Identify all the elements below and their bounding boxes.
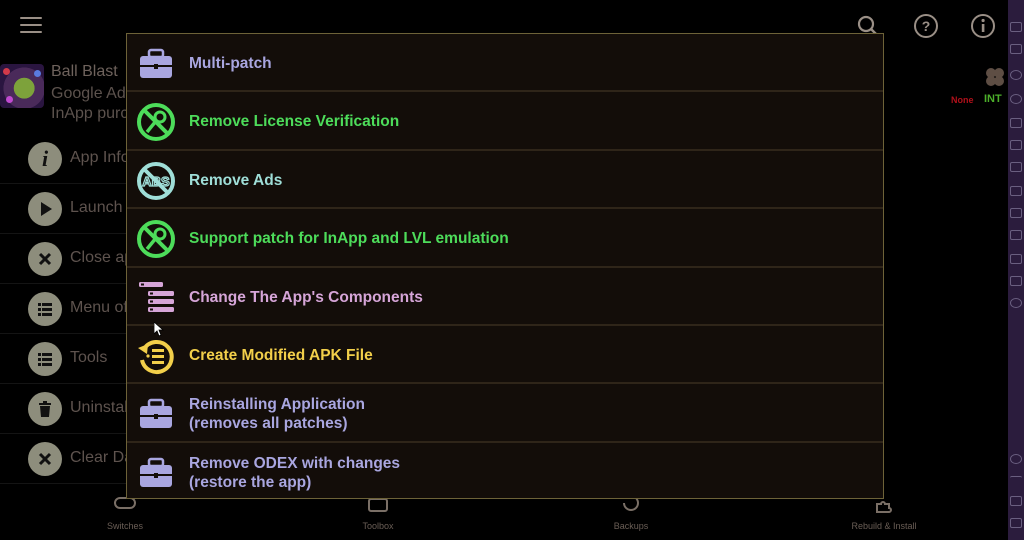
menu-item-support-patch[interactable]: Support patch for InApp and LVL emulatio…	[127, 209, 883, 268]
menu-item-subtitle: (restore the app)	[189, 473, 312, 491]
svg-text:?: ?	[922, 18, 931, 34]
settings-icon[interactable]	[1010, 454, 1022, 464]
mouse-cursor-icon	[154, 322, 164, 336]
menu-item-label: Reinstalling Application (removes all pa…	[189, 395, 365, 433]
home-icon[interactable]	[1010, 496, 1022, 506]
list-icon	[28, 342, 62, 376]
patch-menu-dialog: Multi-patch Remove License Verification …	[126, 33, 884, 499]
toolbar-icon[interactable]	[1010, 118, 1022, 128]
action-list: i App Info Launch App Close app Menu of …	[0, 134, 190, 484]
menu-item-title: Reinstalling Application	[189, 396, 365, 414]
toolbar-icon[interactable]	[1010, 298, 1022, 308]
toolbar-icon[interactable]	[1010, 22, 1022, 32]
toolbox-icon	[136, 44, 176, 84]
app-icon	[0, 64, 44, 108]
close-icon	[28, 242, 62, 276]
recents-icon[interactable]	[1010, 518, 1022, 528]
menu-item-label: Change The App's Components	[189, 288, 423, 306]
components-icon	[136, 278, 176, 318]
nav-label: Switches	[106, 521, 143, 531]
info-icon[interactable]	[970, 13, 996, 39]
action-app-info[interactable]: i App Info	[0, 134, 130, 184]
menu-item-label: Support patch for InApp and LVL emulatio…	[189, 230, 509, 248]
action-close-app[interactable]: Close app	[0, 234, 142, 284]
toolbar-icon[interactable]	[1010, 208, 1022, 218]
hamburger-icon[interactable]	[20, 17, 42, 33]
menu-item-remove-ads[interactable]: ABS Remove Ads	[127, 151, 883, 210]
menu-item-remove-odex[interactable]: Remove ODEX with changes (restore the ap…	[127, 443, 883, 501]
help-icon[interactable]: ?	[913, 13, 939, 39]
back-icon[interactable]	[1010, 476, 1022, 486]
toolbar-icon[interactable]	[1010, 276, 1022, 286]
toolbar-icon[interactable]	[1010, 70, 1022, 80]
info-icon: i	[28, 142, 62, 176]
nav-label: Backups	[613, 521, 649, 531]
app-name: Ball Blast	[51, 63, 118, 80]
menu-item-label: Remove Ads	[189, 171, 283, 189]
action-tools[interactable]: Tools	[0, 334, 130, 384]
menu-item-reinstall[interactable]: Reinstalling Application (removes all pa…	[127, 384, 883, 443]
emulator-side-toolbar	[1008, 0, 1024, 540]
play-icon	[28, 192, 62, 226]
folder-icon[interactable]	[1010, 186, 1022, 196]
nav-label: Toolbox	[362, 521, 394, 531]
no-license-icon	[136, 219, 176, 259]
no-license-icon	[136, 102, 176, 142]
toolbar-icon[interactable]	[1010, 94, 1022, 104]
action-label: Tools	[70, 349, 108, 366]
toolbar-icon[interactable]	[1010, 140, 1022, 150]
toolbar-icon[interactable]	[1010, 254, 1022, 264]
action-label: Uninstall	[70, 399, 132, 416]
app-ads-status: Google Ads	[51, 85, 134, 102]
action-uninstall[interactable]: Uninstall	[0, 384, 132, 434]
close-icon	[28, 442, 62, 476]
trash-icon	[28, 392, 62, 426]
menu-item-label: Remove License Verification	[189, 113, 400, 131]
menu-item-label: Multi-patch	[189, 55, 272, 72]
list-icon	[28, 292, 62, 326]
menu-item-create-apk[interactable]: Create Modified APK File	[127, 326, 883, 385]
nav-label: Rebuild & Install	[851, 521, 917, 531]
clover-icon	[982, 64, 1008, 90]
menu-item-label: Remove ODEX with changes (restore the ap…	[189, 454, 400, 492]
toolbar-icon[interactable]	[1010, 44, 1022, 54]
toolbar-icon[interactable]	[1010, 230, 1022, 240]
action-clear-data[interactable]: Clear Data	[0, 434, 146, 484]
menu-item-remove-license[interactable]: Remove License Verification	[127, 92, 883, 151]
action-label: App Info	[70, 149, 130, 166]
menu-item-multi-patch[interactable]: Multi-patch	[127, 34, 883, 93]
menu-item-label: Create Modified APK File	[189, 346, 373, 364]
no-ads-icon: ABS	[136, 161, 176, 201]
menu-item-subtitle: (removes all patches)	[189, 415, 348, 433]
status-badge-int: INT	[984, 93, 1002, 105]
toolbox-icon	[136, 394, 176, 434]
menu-item-change-components[interactable]: Change The App's Components	[127, 268, 883, 326]
toolbar-icon[interactable]	[1010, 162, 1022, 172]
status-badge-none: None	[951, 95, 974, 105]
menu-item-title: Remove ODEX with changes	[189, 454, 401, 472]
action-menu-patches[interactable]: Menu of Patches	[0, 284, 190, 334]
action-launch[interactable]: Launch App	[0, 184, 155, 234]
toolbox-icon	[136, 453, 176, 493]
rebuild-apk-icon	[136, 336, 176, 376]
